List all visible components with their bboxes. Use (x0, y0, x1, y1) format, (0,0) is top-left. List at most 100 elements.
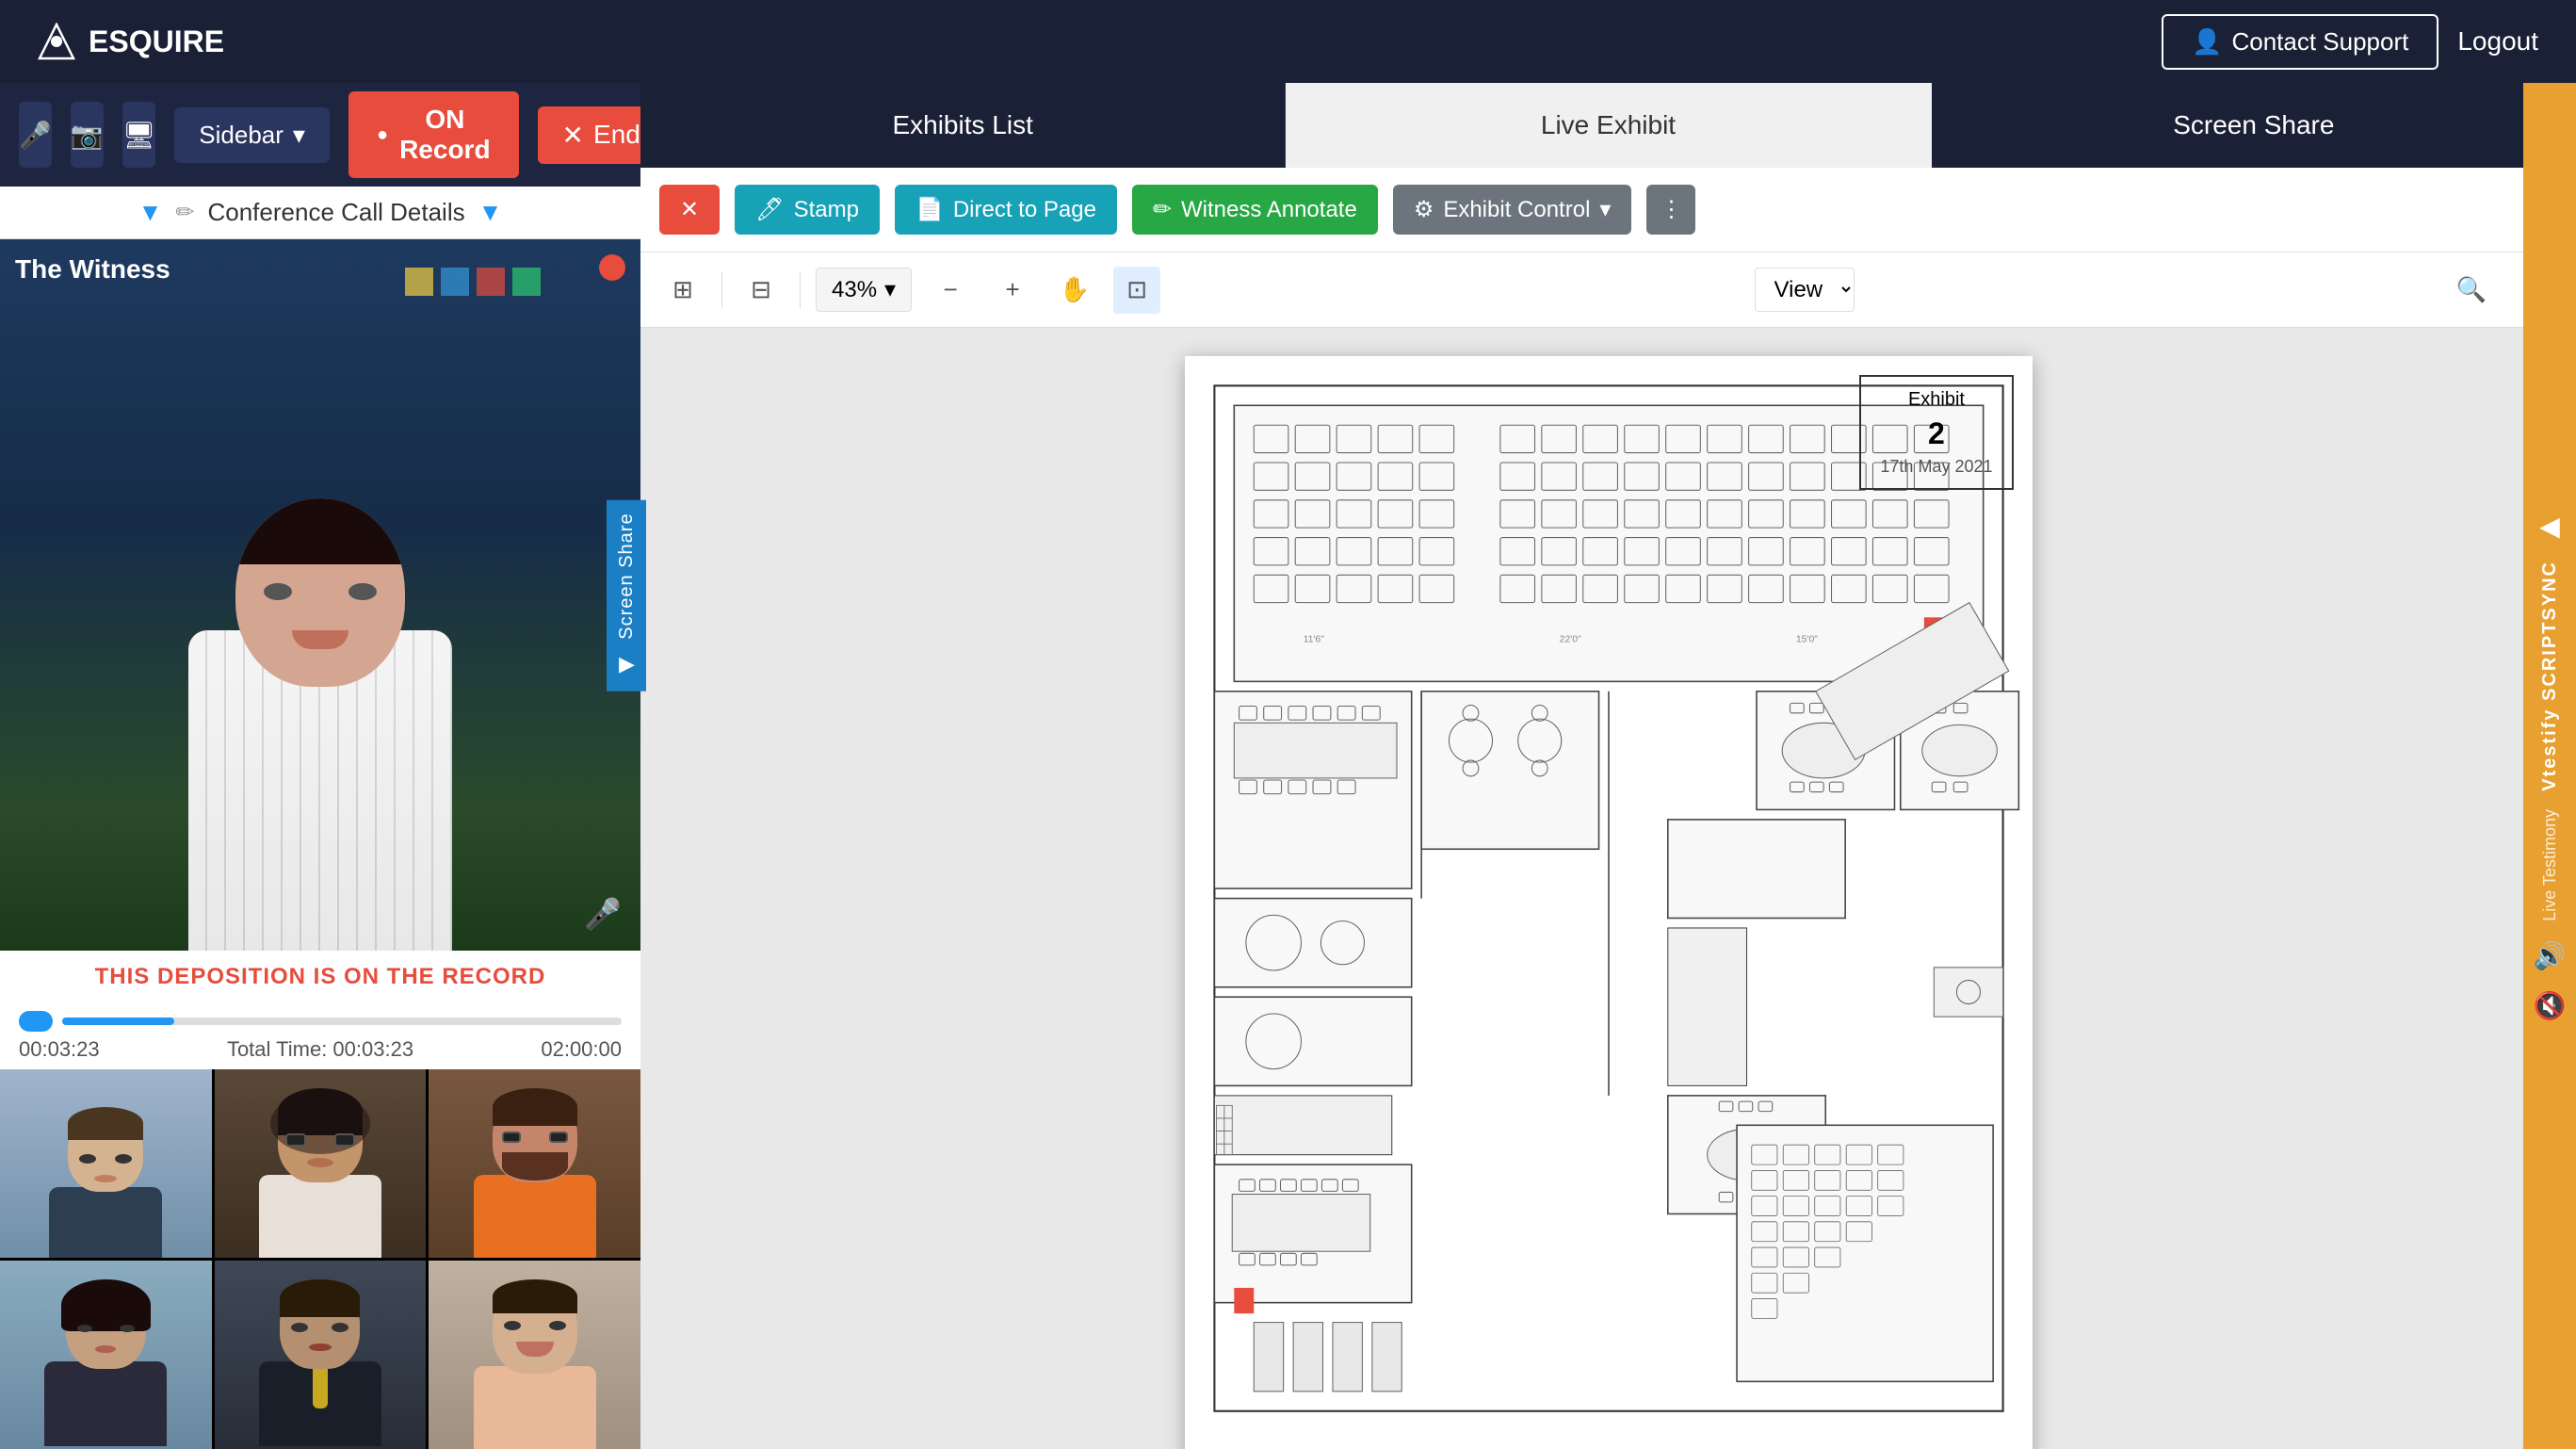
direct-to-page-button[interactable]: 📄 Direct to Page (895, 185, 1117, 235)
stamp-button[interactable]: 🖊 Stamp (735, 185, 880, 235)
pdf-toolbar: ⊞ ⊟ 43% ▾ − + ✋ ⊡ (640, 252, 2576, 328)
witness-label: The Witness (15, 254, 170, 285)
exhibit-panel-tab[interactable]: ◀ Screen Share (607, 499, 646, 691)
direct-icon: 📄 (915, 196, 944, 223)
mute-icon[interactable]: 🔇 (2534, 990, 2567, 1021)
mic-overlay-icon: 🎤 (584, 896, 622, 932)
exhibit-toolbar: ✕ 🖊 Stamp 📄 Direct to Page ✏ Witness Ann… (640, 168, 2576, 252)
search-button[interactable]: 🔍 (2448, 267, 2495, 314)
witness-annotate-button[interactable]: ✏ Witness Annotate (1132, 185, 1378, 235)
controls-bar: 🎤 📷 🖥 Sidebar ▾ ● ON Record ✕ End ⋮ (0, 83, 640, 187)
search-icon: 🔍 (2456, 275, 2487, 304)
tab-screen-share[interactable]: Screen Share (1932, 83, 2576, 168)
panel-icon: ⊞ (672, 275, 693, 304)
chevron-down-left-icon: ▼ (138, 198, 163, 227)
stamp-icon: 🖊 (755, 196, 784, 223)
time-end: 02:00:00 (541, 1037, 622, 1062)
main-video: The Witness 🎤 ◀ Screen Share (0, 239, 640, 951)
main-layout: 🎤 📷 🖥 Sidebar ▾ ● ON Record ✕ End ⋮ (0, 83, 2576, 1449)
select-icon: ⊡ (1126, 275, 1147, 304)
conference-details-label[interactable]: Conference Call Details (207, 198, 464, 227)
sidebar-chevron: ▾ (293, 121, 305, 150)
script-sync-label: Vtestify SCRIPTSYNC (2539, 561, 2561, 791)
video-cell-6 (429, 1261, 640, 1449)
logo-icon (38, 23, 75, 60)
svg-text:22'0": 22'0" (1559, 634, 1580, 644)
tabs-bar: Exhibits List Live Exhibit Screen Share (640, 83, 2576, 168)
contact-support-button[interactable]: 👤 Contact Support (2162, 14, 2438, 70)
video-cell-1 (0, 1069, 212, 1258)
zoom-display: 43% ▾ (816, 268, 912, 312)
edit-icon: ✏ (175, 199, 194, 226)
video-cell-4 (0, 1261, 212, 1449)
svg-text:15'0": 15'0" (1795, 634, 1817, 644)
close-button[interactable]: ✕ (659, 185, 720, 235)
sidebar-button[interactable]: Sidebar ▾ (174, 107, 330, 163)
video-cell-2 (215, 1069, 427, 1258)
tab-live-exhibit[interactable]: Live Exhibit (1286, 83, 1931, 168)
time-current: 00:03:23 (19, 1037, 100, 1062)
divider-1 (721, 271, 722, 309)
timeline-toggle[interactable] (19, 1011, 53, 1032)
zoom-out-button[interactable]: − (927, 267, 974, 314)
more-options-toolbar-button[interactable]: ⋮ (1646, 185, 1695, 235)
navbar-actions: 👤 Contact Support Logout (2162, 14, 2538, 70)
audio-icon[interactable]: 🔊 (2534, 940, 2567, 971)
chevron-down-zoom-icon: ▾ (884, 276, 896, 303)
app-brand: ESQUIRE (38, 23, 224, 60)
mic-button[interactable]: 🎤 (19, 102, 52, 168)
mic-icon: 🎤 (19, 120, 52, 151)
timeline-bar: 00:03:23 Total Time: 00:03:23 02:00:00 (0, 1003, 640, 1069)
video-cell-3 (429, 1069, 640, 1258)
pdf-canvas[interactable]: Exhibit 2 17th May 2021 (640, 328, 2576, 1449)
x-icon: ✕ (562, 120, 584, 151)
zoom-in-button[interactable]: + (989, 267, 1036, 314)
gear-icon: ⚙ (1414, 196, 1434, 223)
panel-toggle-button[interactable]: ⊞ (659, 267, 706, 314)
recording-status: THIS DEPOSITION IS ON THE RECORD (0, 951, 640, 1003)
on-record-button[interactable]: ● ON Record (348, 91, 519, 178)
video-cell-5 (215, 1261, 427, 1449)
sidebar-label: Sidebar (199, 121, 284, 150)
screen-share-button[interactable]: 🖥 (122, 102, 156, 168)
divider-2 (800, 271, 801, 309)
thumbnail-button[interactable]: ⊟ (737, 267, 785, 314)
chevron-down-right-icon: ▼ (478, 198, 503, 227)
left-panel: 🎤 📷 🖥 Sidebar ▾ ● ON Record ✕ End ⋮ (0, 83, 640, 1449)
floor-plan-svg: 11'6" 22'0" 15'0" (1185, 356, 2033, 1441)
logout-button[interactable]: Logout (2457, 26, 2538, 57)
svg-text:11'6": 11'6" (1303, 634, 1324, 644)
camera-icon: 📷 (71, 120, 104, 151)
recording-indicator (599, 254, 625, 281)
camera-button[interactable]: 📷 (71, 102, 104, 168)
tab-exhibits-list[interactable]: Exhibits List (640, 83, 1286, 168)
thumbnail-icon: ⊟ (751, 275, 771, 304)
exhibit-stamp: Exhibit 2 17th May 2021 (1859, 375, 2013, 490)
exhibit-control-button[interactable]: ⚙ Exhibit Control ▾ (1393, 185, 1632, 235)
hand-icon: ✋ (1060, 275, 1090, 304)
conference-details-bar: ▼ ✏ Conference Call Details ▼ (0, 187, 640, 239)
navbar: ESQUIRE 👤 Contact Support Logout (0, 0, 2576, 83)
witness-icon: ✏ (1153, 196, 1172, 223)
view-dropdown[interactable]: View (1755, 268, 1855, 312)
chevron-left-icon: ◀ (614, 653, 638, 677)
timeline-progress-container[interactable] (62, 1018, 622, 1025)
witness-video-background (0, 239, 640, 951)
right-panel: Exhibits List Live Exhibit Screen Share … (640, 83, 2576, 1449)
record-dot-icon: ● (377, 124, 388, 146)
timeline-progress (62, 1018, 174, 1025)
screen-icon: 🖥 (122, 120, 156, 151)
script-sync-sublabel: Live Testimony (2540, 809, 2560, 921)
select-tool-button[interactable]: ⊡ (1113, 267, 1160, 314)
chevron-down-icon: ▾ (1599, 196, 1611, 223)
person-icon: 👤 (2192, 27, 2222, 57)
timeline-times: 00:03:23 Total Time: 00:03:23 02:00:00 (19, 1037, 622, 1062)
video-grid (0, 1069, 640, 1449)
time-total: Total Time: 00:03:23 (227, 1037, 413, 1062)
timeline-track (19, 1011, 622, 1032)
app-logo: ESQUIRE (89, 24, 224, 59)
chevron-right-icon[interactable]: ◀ (2539, 511, 2560, 542)
pdf-page: Exhibit 2 17th May 2021 (1185, 356, 2033, 1449)
hand-tool-button[interactable]: ✋ (1051, 267, 1098, 314)
script-sync-bar: ◀ Vtestify SCRIPTSYNC Live Testimony 🔊 🔇 (2523, 83, 2576, 1449)
